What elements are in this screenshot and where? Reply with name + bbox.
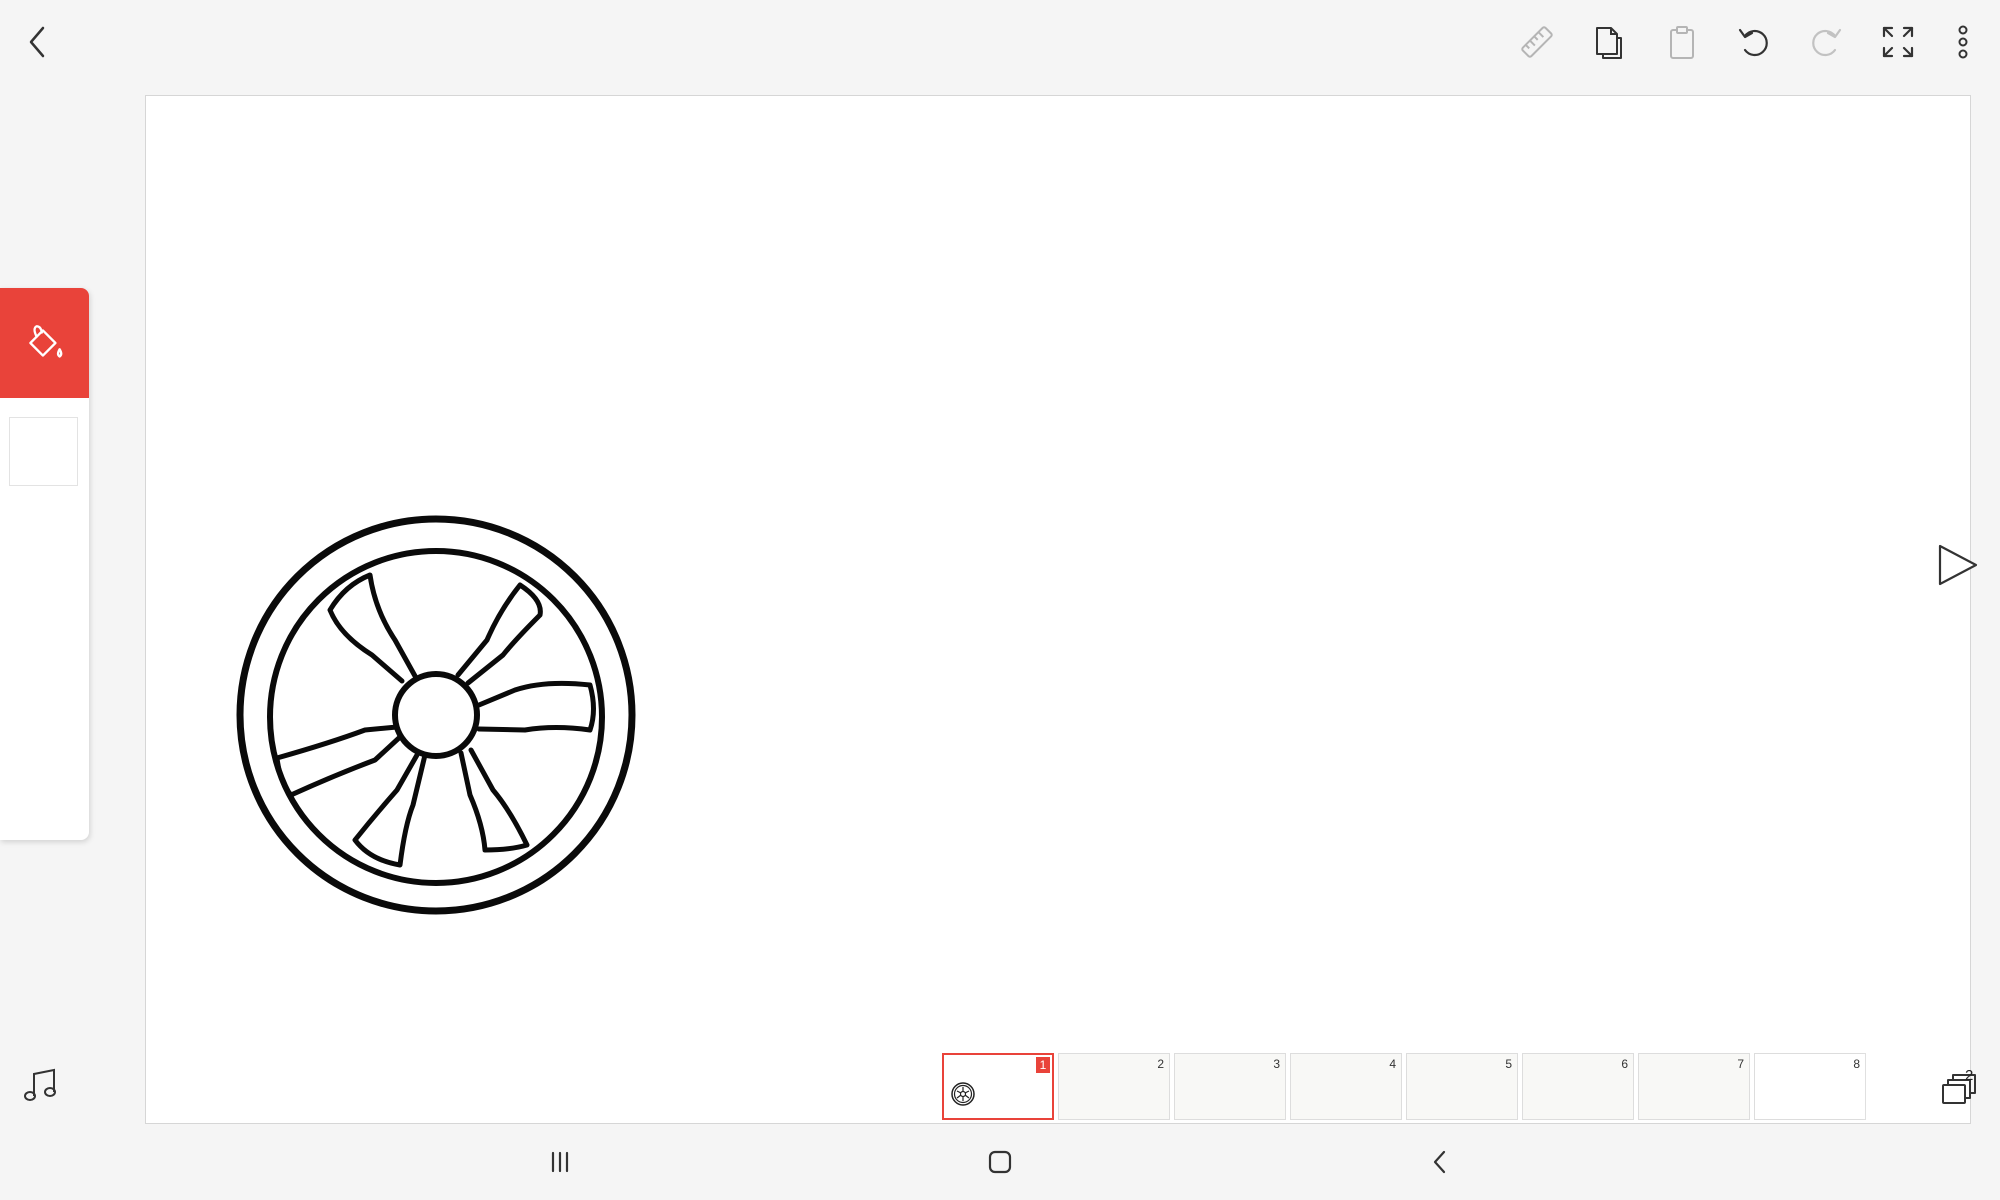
music-note-icon	[24, 1068, 56, 1101]
frame-thumbnail[interactable]: 3	[1174, 1053, 1286, 1120]
clipboard-icon	[1670, 26, 1694, 59]
wheel-drawing	[236, 515, 636, 915]
timeline-fade	[1860, 1053, 1940, 1120]
recent-apps-icon	[551, 1151, 569, 1173]
copy-frame-button[interactable]	[1579, 12, 1639, 72]
redo-button[interactable]	[1796, 12, 1856, 72]
frame-thumbnail[interactable]: 4	[1290, 1053, 1402, 1120]
layers-icon	[1942, 1074, 1976, 1104]
frame-number: 8	[1853, 1057, 1860, 1071]
fill-bucket-tool[interactable]	[0, 288, 89, 398]
chevron-left-icon	[1433, 1150, 1446, 1174]
copy-icon	[1596, 27, 1622, 59]
home-button[interactable]	[970, 1132, 1030, 1192]
frame-thumbnail[interactable]: 2	[1058, 1053, 1170, 1120]
frame-thumbnail[interactable]: 8	[1754, 1053, 1866, 1120]
frame-timeline: 1 2 3 4 5 6 7 8	[942, 1053, 1887, 1120]
music-button[interactable]	[20, 1064, 64, 1108]
chevron-left-icon	[29, 26, 45, 58]
frame-thumbnail[interactable]: 6	[1522, 1053, 1634, 1120]
top-toolbar	[0, 0, 2000, 95]
more-options-button[interactable]	[1933, 12, 1993, 72]
redo-icon	[1812, 28, 1842, 57]
frame-number: 5	[1505, 1057, 1512, 1071]
expand-icon	[1882, 26, 1914, 58]
recent-apps-button[interactable]	[530, 1132, 590, 1192]
frame-number: 2	[1157, 1057, 1164, 1071]
paste-frame-button[interactable]	[1652, 12, 1712, 72]
undo-icon	[1738, 28, 1768, 57]
tool-panel	[0, 288, 89, 840]
frame-preview	[951, 1082, 975, 1106]
layers-count: 2	[1965, 1067, 1974, 1084]
back-button[interactable]	[8, 12, 68, 72]
undo-button[interactable]	[1724, 12, 1784, 72]
ruler-button[interactable]	[1507, 12, 1567, 72]
ruler-icon	[1521, 26, 1553, 58]
color-swatch[interactable]	[9, 417, 78, 486]
frame-thumbnail[interactable]: 1	[942, 1053, 1054, 1120]
play-button[interactable]	[1932, 540, 1982, 590]
home-icon	[988, 1150, 1012, 1174]
frame-thumbnail[interactable]: 7	[1638, 1053, 1750, 1120]
more-vertical-icon	[1958, 25, 1968, 59]
layers-button[interactable]	[1937, 1067, 1981, 1111]
fullscreen-button[interactable]	[1868, 12, 1928, 72]
system-navigation-bar	[0, 1124, 2000, 1200]
play-icon	[1938, 544, 1978, 586]
frame-thumbnail[interactable]: 5	[1406, 1053, 1518, 1120]
frame-number: 6	[1621, 1057, 1628, 1071]
paint-bucket-icon	[28, 325, 62, 358]
frame-number: 4	[1389, 1057, 1396, 1071]
frame-number: 7	[1737, 1057, 1744, 1071]
frame-number: 1	[1036, 1057, 1050, 1073]
frame-number: 3	[1273, 1057, 1280, 1071]
system-back-button[interactable]	[1410, 1132, 1470, 1192]
